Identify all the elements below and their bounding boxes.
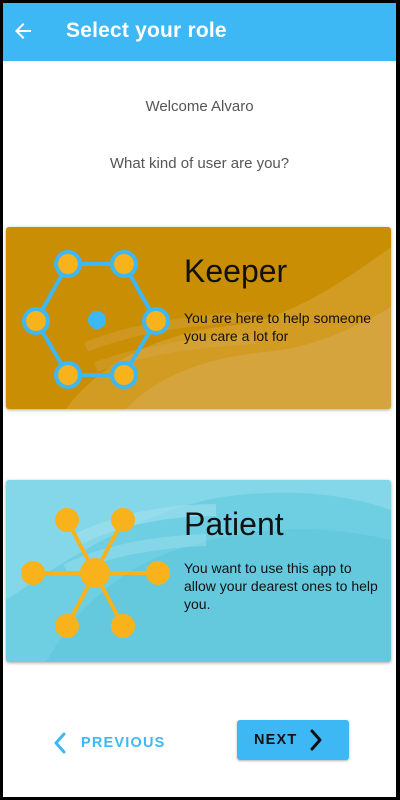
next-button[interactable]: NEXT bbox=[237, 720, 349, 760]
patient-title: Patient bbox=[184, 506, 284, 542]
role-selection-screen: Select your role Welcome Alvaro What kin… bbox=[3, 3, 396, 797]
app-bar: Select your role bbox=[3, 3, 396, 61]
previous-button[interactable]: PREVIOUS bbox=[53, 727, 166, 759]
chevron-right-icon bbox=[309, 729, 323, 751]
keeper-title: Keeper bbox=[184, 253, 288, 289]
keeper-description: You are here to help someone you care a … bbox=[184, 310, 372, 344]
question-text: What kind of user are you? bbox=[109, 155, 290, 172]
back-button[interactable] bbox=[7, 15, 39, 47]
ring-network-icon bbox=[22, 250, 170, 389]
patient-description: You want to use this app to allow your d… bbox=[184, 560, 378, 612]
page-title: Select your role bbox=[66, 19, 227, 42]
keeper-role-card[interactable]: Keeper You are here to help someone you … bbox=[6, 227, 391, 409]
previous-label: PREVIOUS bbox=[81, 735, 166, 751]
welcome-text: Welcome Alvaro bbox=[145, 98, 254, 115]
star-network-icon bbox=[21, 508, 170, 638]
patient-role-card[interactable]: Patient You want to use this app to allo… bbox=[6, 480, 391, 662]
arrow-left-icon bbox=[15, 23, 31, 39]
chevron-left-icon bbox=[54, 732, 66, 754]
next-label: NEXT bbox=[254, 732, 298, 748]
